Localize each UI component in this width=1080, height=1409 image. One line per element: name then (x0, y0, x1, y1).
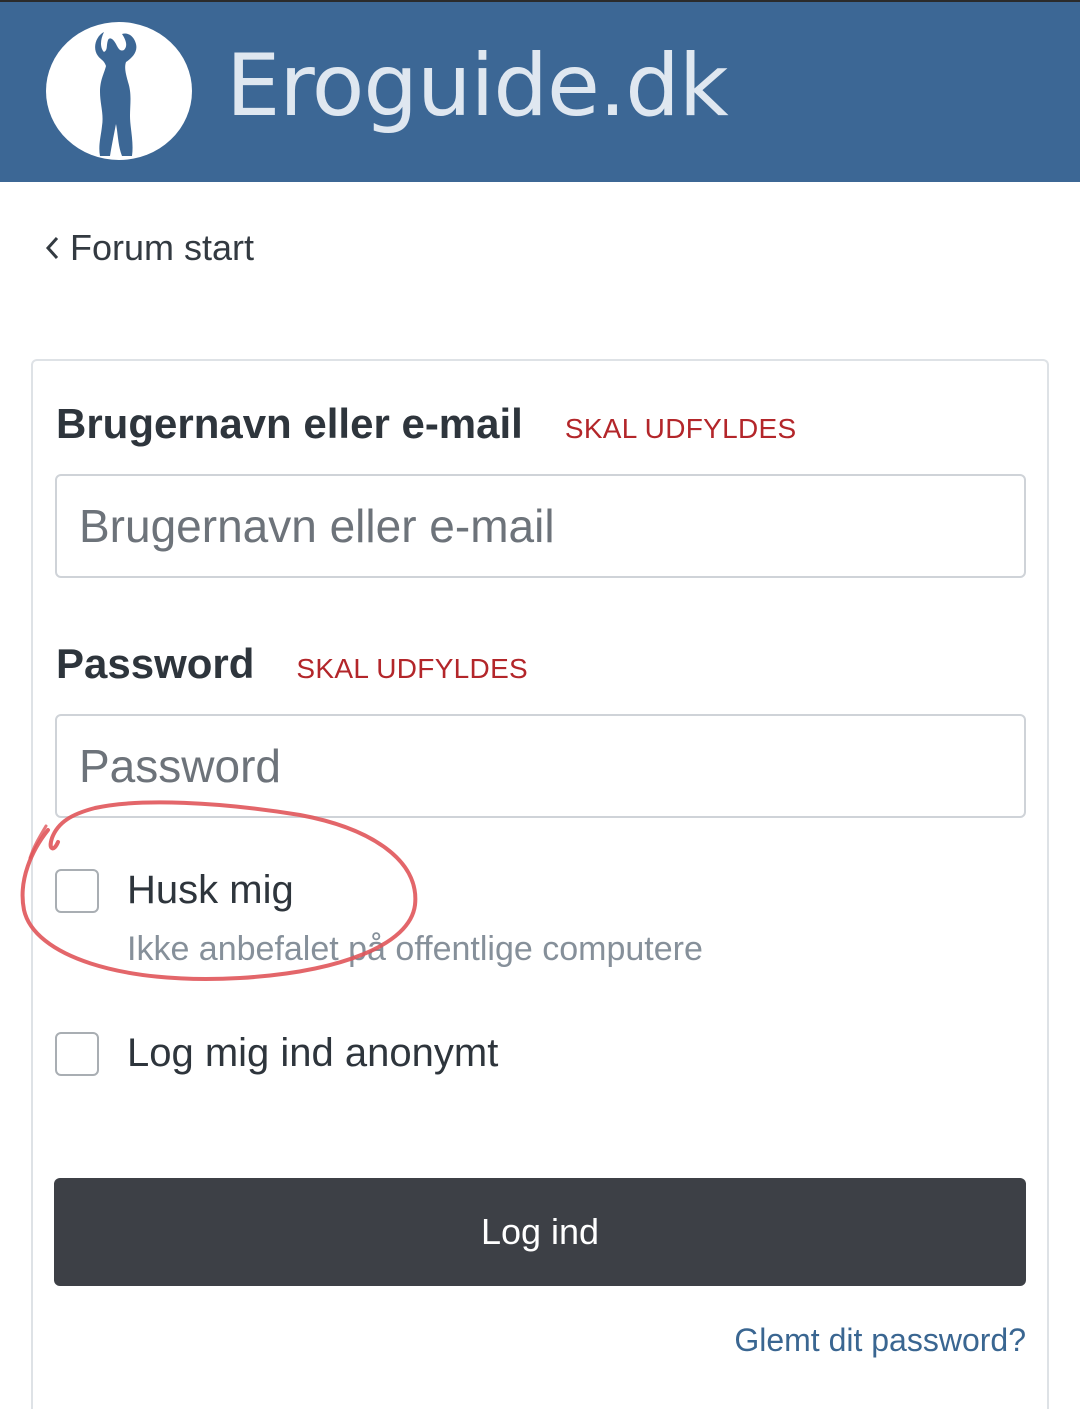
anonymous-login-label[interactable]: Log mig ind anonymt (127, 1031, 498, 1076)
password-input[interactable] (55, 714, 1026, 818)
site-name[interactable]: Eroguide.dk (226, 36, 729, 136)
password-required-badge: SKAL UDFYLDES (296, 653, 529, 684)
woman-silhouette-logo-icon[interactable] (46, 22, 192, 160)
remember-me-row[interactable]: Husk mig (55, 868, 294, 913)
username-required-badge: SKAL UDFYLDES (564, 413, 797, 444)
password-label-row: Password SKAL UDFYLDES (56, 640, 528, 688)
username-label: Brugernavn eller e-mail (56, 400, 523, 447)
password-label: Password (56, 640, 255, 687)
site-header: Eroguide.dk (0, 0, 1080, 182)
username-input[interactable] (55, 474, 1026, 578)
login-button[interactable]: Log ind (54, 1178, 1026, 1286)
anonymous-login-row[interactable]: Log mig ind anonymt (55, 1031, 498, 1076)
username-label-row: Brugernavn eller e-mail SKAL UDFYLDES (56, 400, 796, 448)
remember-me-label[interactable]: Husk mig (127, 868, 294, 913)
chevron-left-icon (45, 236, 59, 260)
forgot-password-link[interactable]: Glemt dit password? (734, 1322, 1026, 1359)
anonymous-login-checkbox[interactable] (55, 1031, 99, 1076)
forum-start-link[interactable]: Forum start (44, 226, 254, 270)
remember-me-checkbox[interactable] (55, 868, 99, 913)
forum-start-label: Forum start (70, 227, 255, 268)
remember-me-hint: Ikke anbefalet på offentlige computere (127, 930, 703, 968)
